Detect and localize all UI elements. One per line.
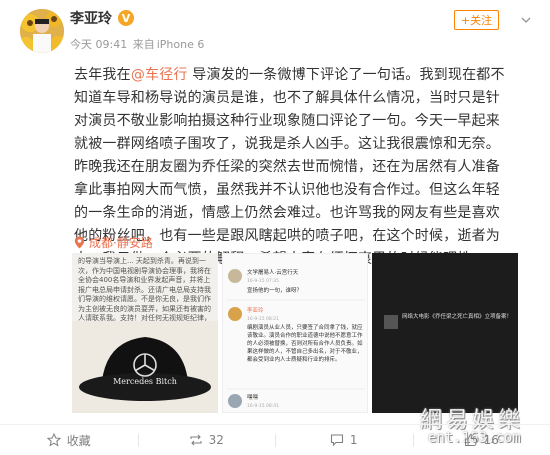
comment2-user: 李亚玲 [247,306,264,314]
avatar[interactable] [20,9,64,53]
mention-link[interactable]: @车径行 [131,67,188,83]
comment1-text: 宣扬他的一句，谁呀？ [247,286,302,294]
like-count: 16 [483,433,499,447]
comment2-time: 16-9-15 08:21 [247,316,279,322]
favorite-button[interactable]: 收藏 [0,425,138,455]
comments-screenshot: 文学屠易人·云宫行天 16-9-15 07:35 宣扬他的一句，谁呀？ 李亚玲 … [227,268,365,409]
post-source[interactable]: iPhone 6 [157,38,205,51]
follow-button[interactable]: +关注 [454,10,499,30]
image-statement[interactable]: 的导演当导演上... 天起到杀青。再说到一次，作为中国电视剧导演协会理事，我将在… [72,253,218,413]
post-text-start: 去年我在 [74,67,131,83]
thumbs-up-icon [464,433,477,446]
comment-count: 1 [349,433,358,447]
post-date[interactable]: 今天 09:41 [70,38,127,51]
location-tag[interactable]: 成都·静安路 [74,234,153,251]
like-button[interactable]: 16 [412,425,550,455]
post-meta: 今天 09:41 来自 iPhone 6 [70,36,206,52]
avatar-photo [20,9,64,53]
comment-icon [330,434,343,447]
image-dark-screenshot[interactable]: 网络大电影《乔任梁之死亡真相》立项备案！ [372,253,518,413]
comment2-text: 编剧演员从业人员，只要签了合同拿了钱，就应该敬业。演员合作的职业道德中说他不愿意… [247,325,363,363]
author-name[interactable]: 李亚玲 [70,8,112,28]
dark-text: 网络大电影《乔任梁之死亡真相》立项备案！ [402,314,512,320]
comment1-user: 文学屠易人·云宫行天 [247,268,299,276]
image-gallery: 的导演当导演上... 天起到杀青。再说到一次，作为中国电视剧导演协会理事，我将在… [72,253,518,413]
comment3-time: 16-9-15 08:41 [247,403,279,409]
comment1-time: 16-9-15 07:35 [247,278,279,284]
source-prefix: 来自 [132,38,155,51]
comment3-user: 嘿嘿 [247,394,259,401]
verified-badge-icon: V [118,10,134,26]
favorite-label: 收藏 [66,433,91,448]
hat-image: Mercedes Bitch [72,321,218,413]
comment-button[interactable]: 1 [275,425,413,455]
repost-button[interactable]: 32 [137,425,276,455]
dark-screenshot: 网络大电影《乔任梁之死亡真相》立项备案！ [372,253,518,413]
location-pin-icon [74,236,85,249]
hat-text: Mercedes Bitch [113,377,177,386]
location-label: 成都·静安路 [89,236,153,250]
image-comments[interactable]: 文学屠易人·云宫行天 16-9-15 07:35 宣扬他的一句，谁呀？ 李亚玲 … [222,253,368,413]
repost-icon [190,434,202,446]
repost-count: 32 [208,433,224,447]
star-icon [46,433,61,447]
chevron-down-icon[interactable] [520,14,532,26]
post-header: 李亚玲 V 今天 09:41 来自 iPhone 6 +关注 [0,0,550,60]
action-bar: 收藏 32 1 16 [0,424,550,455]
